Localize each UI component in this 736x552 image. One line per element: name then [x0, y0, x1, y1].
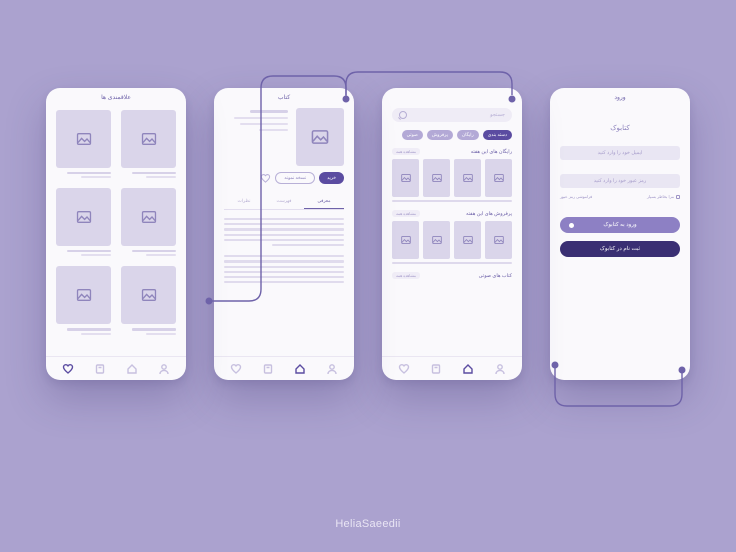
tab-library-icon[interactable] — [261, 362, 275, 376]
chip-category[interactable]: دسته بندی — [483, 130, 512, 140]
tab-library-icon[interactable] — [93, 362, 107, 376]
favorite-card[interactable] — [56, 188, 111, 256]
tab-home-icon[interactable] — [293, 362, 307, 376]
tab-intro[interactable]: معرفی — [304, 194, 344, 209]
email-field[interactable]: ایمیل خود را وارد کنید — [560, 146, 680, 160]
image-icon — [141, 289, 157, 301]
favorite-card[interactable] — [121, 110, 176, 178]
book-card[interactable] — [392, 221, 419, 259]
search-input[interactable]: جستجو — [392, 108, 512, 122]
favorite-card[interactable] — [121, 188, 176, 256]
remember-me-checkbox[interactable]: مرا بخاطر بسپار — [647, 194, 680, 199]
chip-free[interactable]: رایگان — [457, 130, 479, 140]
detail-header: کتاب › — [214, 88, 354, 106]
tab-profile-icon[interactable] — [157, 362, 171, 376]
favorites-header: علاقمندی ها — [46, 88, 186, 106]
tab-home-icon[interactable] — [461, 362, 475, 376]
signup-button[interactable]: ثبت نام در کتابوک — [560, 241, 680, 257]
book-card[interactable] — [423, 221, 450, 259]
image-icon — [401, 236, 411, 244]
image-icon — [311, 130, 329, 144]
login-button[interactable]: ورود به کتابوک — [560, 217, 680, 233]
image-icon — [141, 133, 157, 145]
image-icon — [401, 174, 411, 182]
chip-audio[interactable]: صوتی — [402, 130, 423, 140]
brand-title: کتابوک — [560, 124, 680, 132]
book-card[interactable] — [485, 221, 512, 259]
tab-home-icon[interactable] — [125, 362, 139, 376]
screen-book-detail: کتاب › خرید نسخه نمونه معرفی فهرست — [214, 88, 354, 380]
password-field[interactable]: رمز عبور خود را وارد کنید — [560, 174, 680, 188]
image-icon — [432, 236, 442, 244]
section-title: رایگان های این هفته — [471, 149, 512, 155]
image-icon — [76, 211, 92, 223]
see-all-link[interactable]: مشاهده همه — [392, 272, 420, 279]
image-icon — [76, 289, 92, 301]
book-card[interactable] — [392, 159, 419, 197]
book-card[interactable] — [423, 159, 450, 197]
chip-bestseller[interactable]: پرفروش — [427, 130, 453, 140]
buy-button[interactable]: خرید — [319, 172, 344, 184]
browse-header — [382, 88, 522, 106]
tab-reviews[interactable]: نظرات — [224, 194, 264, 209]
see-all-link[interactable]: مشاهده همه — [392, 210, 420, 217]
detail-tabs: معرفی فهرست نظرات — [224, 194, 344, 210]
tab-library-icon[interactable] — [429, 362, 443, 376]
book-card[interactable] — [454, 159, 481, 197]
tab-bar — [382, 356, 522, 380]
favorite-card[interactable] — [56, 110, 111, 178]
login-header: ورود — [550, 88, 690, 106]
tab-favorites-icon[interactable] — [229, 362, 243, 376]
tab-favorites-icon[interactable] — [397, 362, 411, 376]
see-all-link[interactable]: مشاهده همه — [392, 148, 420, 155]
screen-login: ورود کتابوک ایمیل خود را وارد کنید رمز ع… — [550, 88, 690, 380]
book-card[interactable] — [454, 221, 481, 259]
image-icon — [463, 236, 473, 244]
section-title: پرفروش های این هفته — [466, 211, 512, 217]
screen-favorites: علاقمندی ها — [46, 88, 186, 380]
sample-button[interactable]: نسخه نمونه — [275, 172, 315, 184]
section-title: کتاب های صوتی — [479, 273, 512, 279]
tab-profile-icon[interactable] — [325, 362, 339, 376]
screen-browse: جستجو دسته بندی رایگان پرفروش صوتی رایگا… — [382, 88, 522, 380]
image-icon — [463, 174, 473, 182]
tab-profile-icon[interactable] — [493, 362, 507, 376]
tab-bar — [214, 356, 354, 380]
tab-bar — [46, 356, 186, 380]
tab-favorites-icon[interactable] — [61, 362, 75, 376]
description-placeholder — [224, 218, 344, 283]
book-cover — [296, 108, 344, 166]
forgot-password-link[interactable]: فراموشی رمز عبور — [560, 194, 592, 199]
favorite-toggle[interactable] — [260, 173, 271, 184]
category-chips: دسته بندی رایگان پرفروش صوتی — [392, 130, 512, 140]
book-meta — [224, 108, 288, 166]
image-icon — [494, 236, 504, 244]
book-card[interactable] — [485, 159, 512, 197]
favorite-card[interactable] — [121, 266, 176, 334]
image-icon — [432, 174, 442, 182]
tab-toc[interactable]: فهرست — [264, 194, 304, 209]
image-icon — [141, 211, 157, 223]
search-icon — [399, 111, 407, 119]
flow-dot-icon — [569, 223, 574, 228]
image-icon — [494, 174, 504, 182]
favorite-card[interactable] — [56, 266, 111, 334]
image-icon — [76, 133, 92, 145]
back-icon[interactable]: › — [343, 93, 346, 102]
author-credit: HeliaSaeedii — [0, 518, 736, 530]
